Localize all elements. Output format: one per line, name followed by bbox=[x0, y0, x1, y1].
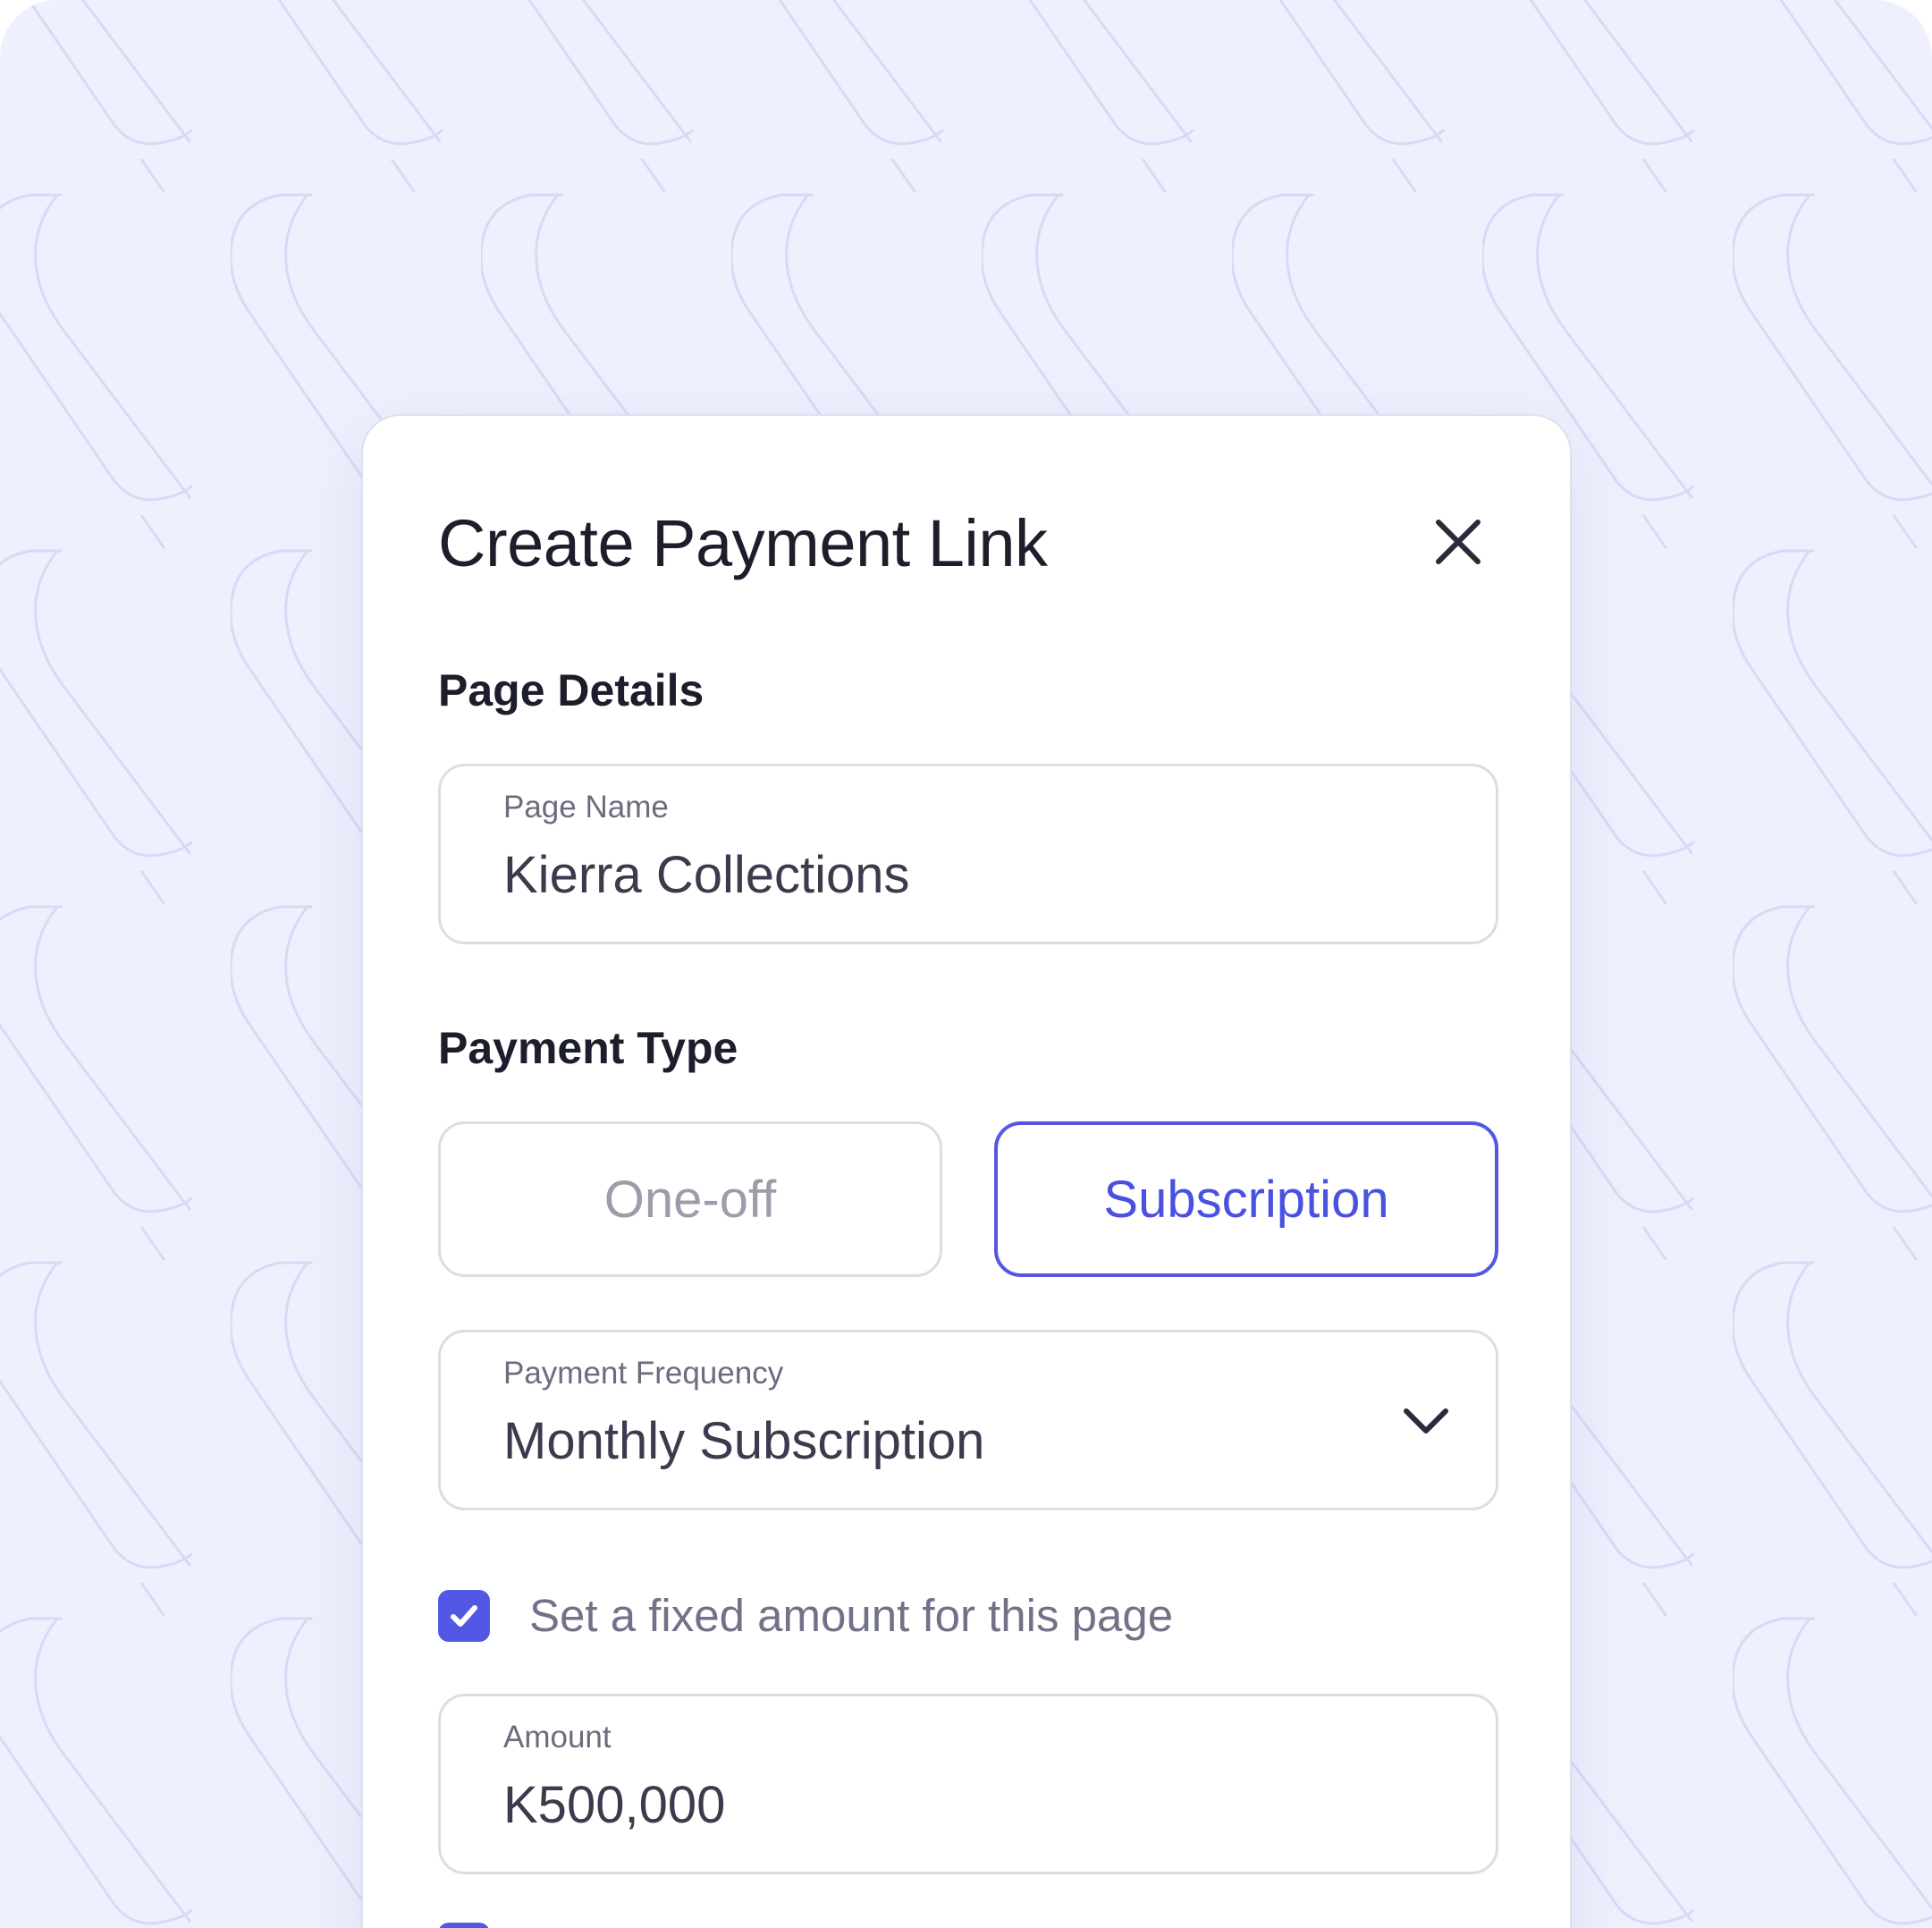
page-name-value[interactable]: Kierra Collections bbox=[503, 845, 910, 905]
background-canvas: Create Payment Link Page Details Page Na… bbox=[0, 0, 1932, 1928]
modal-title: Create Payment Link bbox=[438, 506, 1048, 580]
page-name-field[interactable]: Page Name Kierra Collections bbox=[438, 764, 1498, 944]
payment-type-heading: Payment Type bbox=[438, 1023, 738, 1073]
amount-label: Amount bbox=[503, 1720, 612, 1755]
payment-frequency-select[interactable]: Payment Frequency Monthly Subscription bbox=[438, 1330, 1498, 1510]
one-off-button[interactable]: One-off bbox=[438, 1121, 942, 1277]
fixed-amount-label: Set a fixed amount for this page bbox=[529, 1590, 1174, 1641]
close-icon bbox=[1436, 520, 1481, 564]
payment-frequency-value: Monthly Subscription bbox=[503, 1412, 985, 1470]
checkmark-icon bbox=[451, 1605, 477, 1627]
page-name-label: Page Name bbox=[503, 790, 669, 824]
page-details-heading: Page Details bbox=[438, 665, 704, 715]
payment-frequency-label: Payment Frequency bbox=[503, 1356, 784, 1391]
close-button[interactable] bbox=[1429, 512, 1488, 571]
second-checkbox[interactable] bbox=[438, 1923, 490, 1928]
subscription-button[interactable]: Subscription bbox=[994, 1121, 1498, 1277]
amount-value[interactable]: K500,000 bbox=[503, 1775, 725, 1835]
create-payment-link-modal: Create Payment Link Page Details Page Na… bbox=[361, 414, 1572, 1928]
amount-field[interactable]: Amount K500,000 bbox=[438, 1694, 1498, 1874]
chevron-down-icon[interactable] bbox=[1399, 1402, 1453, 1442]
fixed-amount-checkbox[interactable] bbox=[438, 1590, 490, 1642]
